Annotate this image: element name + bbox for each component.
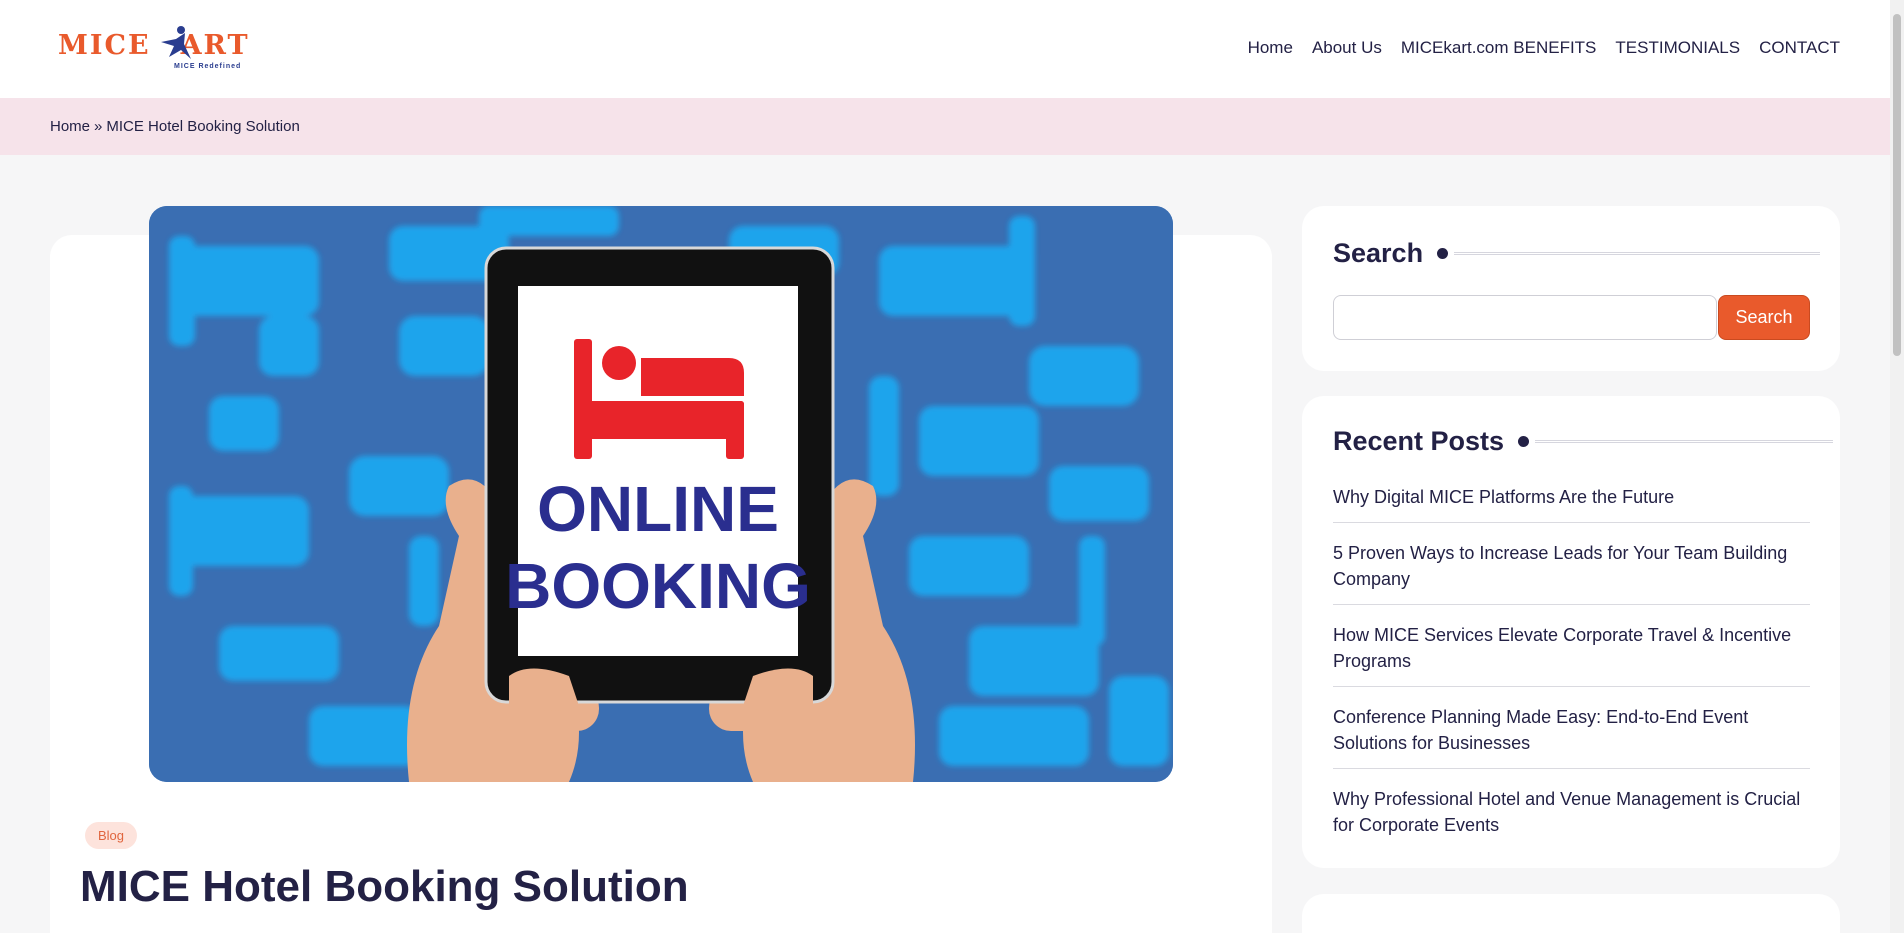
featured-image: ONLINE BOOKING bbox=[149, 206, 1173, 782]
title-dot bbox=[1518, 436, 1530, 447]
recent-post-link[interactable]: Why Professional Hotel and Venue Managem… bbox=[1333, 786, 1810, 850]
recent-post-link[interactable]: Conference Planning Made Easy: End-to-En… bbox=[1333, 704, 1810, 769]
search-widget: Search Search bbox=[1302, 206, 1840, 371]
breadcrumb-current: MICE Hotel Booking Solution bbox=[106, 118, 300, 135]
nav-about-us[interactable]: About Us bbox=[1312, 38, 1382, 58]
svg-text:ONLINE: ONLINE bbox=[537, 473, 779, 545]
sidebar-widget-partial bbox=[1302, 894, 1840, 933]
recent-posts-list: Why Digital MICE Platforms Are the Futur… bbox=[1333, 484, 1810, 867]
recent-post-link[interactable]: Why Digital MICE Platforms Are the Futur… bbox=[1333, 484, 1810, 523]
title-dot bbox=[1437, 248, 1449, 259]
search-widget-title: Search bbox=[1333, 238, 1821, 269]
nav-home[interactable]: Home bbox=[1248, 38, 1293, 58]
nav-testimonials[interactable]: TESTIMONIALS bbox=[1615, 38, 1740, 58]
scrollbar-thumb[interactable] bbox=[1893, 14, 1901, 356]
page-scrollbar[interactable] bbox=[1890, 0, 1904, 933]
logo-tagline: MICE Redefined bbox=[174, 63, 242, 70]
breadcrumb-bar: Home » MICE Hotel Booking Solution bbox=[0, 98, 1890, 155]
search-button[interactable]: Search bbox=[1718, 295, 1810, 340]
recent-posts-widget: Recent Posts Why Digital MICE Platforms … bbox=[1302, 396, 1840, 868]
recent-posts-title: Recent Posts bbox=[1333, 426, 1834, 457]
breadcrumb-home[interactable]: Home bbox=[50, 118, 90, 135]
category-badge[interactable]: Blog bbox=[85, 822, 138, 849]
recent-post-link[interactable]: How MICE Services Elevate Corporate Trav… bbox=[1333, 622, 1810, 687]
title-divider bbox=[1454, 252, 1821, 255]
nav-contact[interactable]: CONTACT bbox=[1759, 38, 1840, 58]
logo-wordmark: MICE ART bbox=[58, 30, 250, 61]
main-nav: Home About Us MICEkart.com BENEFITS TEST… bbox=[1248, 38, 1840, 58]
logo-star-icon bbox=[161, 26, 191, 59]
recent-post-link[interactable]: 5 Proven Ways to Increase Leads for Your… bbox=[1333, 540, 1810, 605]
breadcrumb-separator: » bbox=[94, 118, 103, 135]
search-input[interactable] bbox=[1333, 295, 1717, 340]
post-title: MICE Hotel Booking Solution bbox=[80, 862, 689, 911]
nav-benefits[interactable]: MICEkart.com BENEFITS bbox=[1401, 38, 1597, 58]
svg-text:BOOKING: BOOKING bbox=[505, 550, 811, 622]
breadcrumb: Home » MICE Hotel Booking Solution bbox=[50, 118, 300, 135]
site-logo[interactable]: MICE ART MICE Redefined bbox=[58, 25, 254, 73]
title-divider bbox=[1535, 440, 1834, 443]
site-header: MICE ART MICE Redefined Home About Us MIC… bbox=[0, 0, 1890, 98]
